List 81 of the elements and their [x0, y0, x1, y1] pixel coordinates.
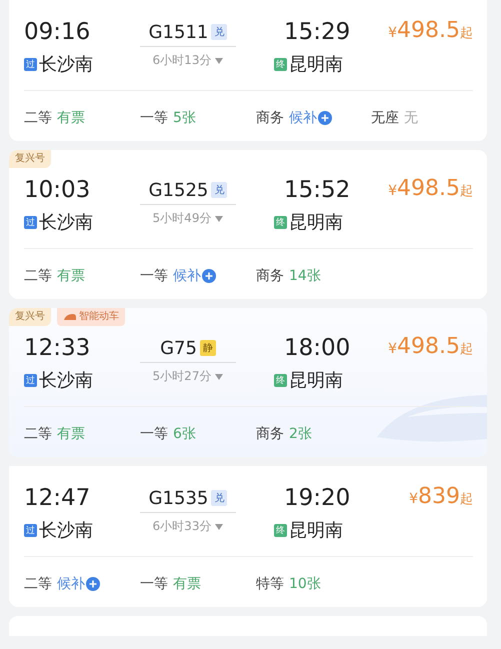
train-card[interactable]: 复兴号 10:03 过 长沙南 G1525 兑 5小时49分 15:52 终 昆明南 ¥498.5起 二等 有票 一等 候补 商务 14张 [9, 150, 487, 299]
seat-status[interactable]: 候补 [57, 575, 85, 593]
caret-icon[interactable] [215, 374, 224, 380]
station-badge: 过 [24, 216, 37, 228]
arrival-time: 15:52 [283, 176, 352, 204]
seat-status[interactable]: 有票 [57, 425, 85, 443]
arrival-station: 昆明南 [289, 369, 343, 392]
seat-class: 一等 [140, 425, 168, 443]
train-card[interactable]: 复兴号 智能动车 12:33 过 长沙南 G75 静 5小时27分 18:00 终 昆明南 ¥498.5起 二等 有票 一等 6张 商务 2张 [9, 308, 487, 457]
seat-status[interactable]: 有票 [57, 267, 85, 285]
station-badge: 终 [274, 374, 287, 386]
duration[interactable]: 6小时13分 [152, 52, 212, 69]
seat-status[interactable]: 5张 [173, 109, 196, 127]
departure-time: 09:16 [24, 18, 92, 46]
station-badge: 过 [24, 524, 37, 536]
seat-class: 一等 [140, 267, 168, 285]
train-tag: 兑 [211, 24, 228, 40]
train-type-tag: 复兴号 [9, 150, 51, 168]
price: ¥498.5起 [387, 334, 473, 361]
seat-class: 无座 [371, 109, 399, 127]
train-number: G1525 [148, 180, 208, 200]
caret-icon[interactable] [215, 524, 224, 530]
caret-icon[interactable] [215, 58, 224, 64]
seat-class: 商务 [256, 267, 284, 285]
departure-station: 长沙南 [39, 53, 93, 76]
seat-class: 一等 [140, 109, 168, 127]
train-tag: 兑 [211, 490, 228, 506]
departure-station: 长沙南 [39, 519, 93, 542]
duration[interactable]: 6小时33分 [152, 518, 212, 535]
plus-icon[interactable] [318, 111, 332, 125]
arrival-time: 19:20 [283, 484, 352, 512]
train-number: G1535 [148, 488, 208, 508]
seat-class: 二等 [24, 267, 52, 285]
arrival-time: 18:00 [283, 334, 352, 362]
seat-status[interactable]: 14张 [289, 267, 321, 285]
seat-status[interactable]: 2张 [289, 425, 312, 443]
station-badge: 终 [274, 524, 287, 536]
arrival-time: 15:29 [283, 18, 352, 46]
price: ¥498.5起 [387, 176, 473, 203]
plus-icon[interactable] [86, 577, 100, 591]
train-card[interactable]: 09:16 过 长沙南 G1511 兑 6小时13分 15:29 终 昆明南 ¥498.5起 二等 有票 一等 5张 商务 候补 无座 无 [9, 0, 487, 141]
seat-status[interactable]: 10张 [289, 575, 321, 593]
train-card[interactable]: 12:47 过 长沙南 G1535 兑 6小时33分 19:20 终 昆明南 ¥839起 二等 候补 一等 有票 特等 10张 [9, 466, 487, 607]
arrival-station: 昆明南 [289, 211, 343, 234]
seat-status[interactable]: 有票 [57, 109, 85, 127]
departure-time: 12:47 [24, 484, 92, 512]
station-badge: 终 [274, 216, 287, 228]
train-number: G1511 [148, 22, 208, 42]
departure-time: 10:03 [24, 176, 92, 204]
station-badge: 过 [24, 58, 37, 70]
train-tag: 兑 [211, 182, 228, 198]
caret-icon[interactable] [215, 216, 224, 222]
train-type-tag: 智能动车 [57, 308, 125, 326]
train-number: G75 [160, 338, 197, 358]
seat-status[interactable]: 6张 [173, 425, 196, 443]
seat-class: 一等 [140, 575, 168, 593]
seat-status[interactable]: 无 [404, 109, 418, 127]
seat-class: 二等 [24, 575, 52, 593]
seat-class: 二等 [24, 109, 52, 127]
seat-status[interactable]: 候补 [173, 267, 201, 285]
plus-icon[interactable] [202, 269, 216, 283]
price: ¥498.5起 [387, 18, 473, 45]
station-badge: 终 [274, 58, 287, 70]
seat-class: 特等 [256, 575, 284, 593]
station-badge: 过 [24, 374, 37, 386]
train-type-tag: 复兴号 [9, 308, 51, 326]
seat-class: 二等 [24, 425, 52, 443]
train-tag: 静 [200, 340, 216, 356]
duration[interactable]: 5小时49分 [152, 210, 212, 227]
seat-class: 商务 [256, 109, 284, 127]
arrival-station: 昆明南 [289, 519, 343, 542]
seat-status[interactable]: 候补 [289, 109, 317, 127]
departure-station: 长沙南 [39, 369, 93, 392]
departure-time: 12:33 [24, 334, 92, 362]
duration[interactable]: 5小时27分 [152, 368, 212, 385]
seat-class: 商务 [256, 425, 284, 443]
seat-status[interactable]: 有票 [173, 575, 201, 593]
arrival-station: 昆明南 [289, 53, 343, 76]
train-icon [63, 313, 77, 321]
departure-station: 长沙南 [39, 211, 93, 234]
price: ¥839起 [408, 484, 473, 511]
